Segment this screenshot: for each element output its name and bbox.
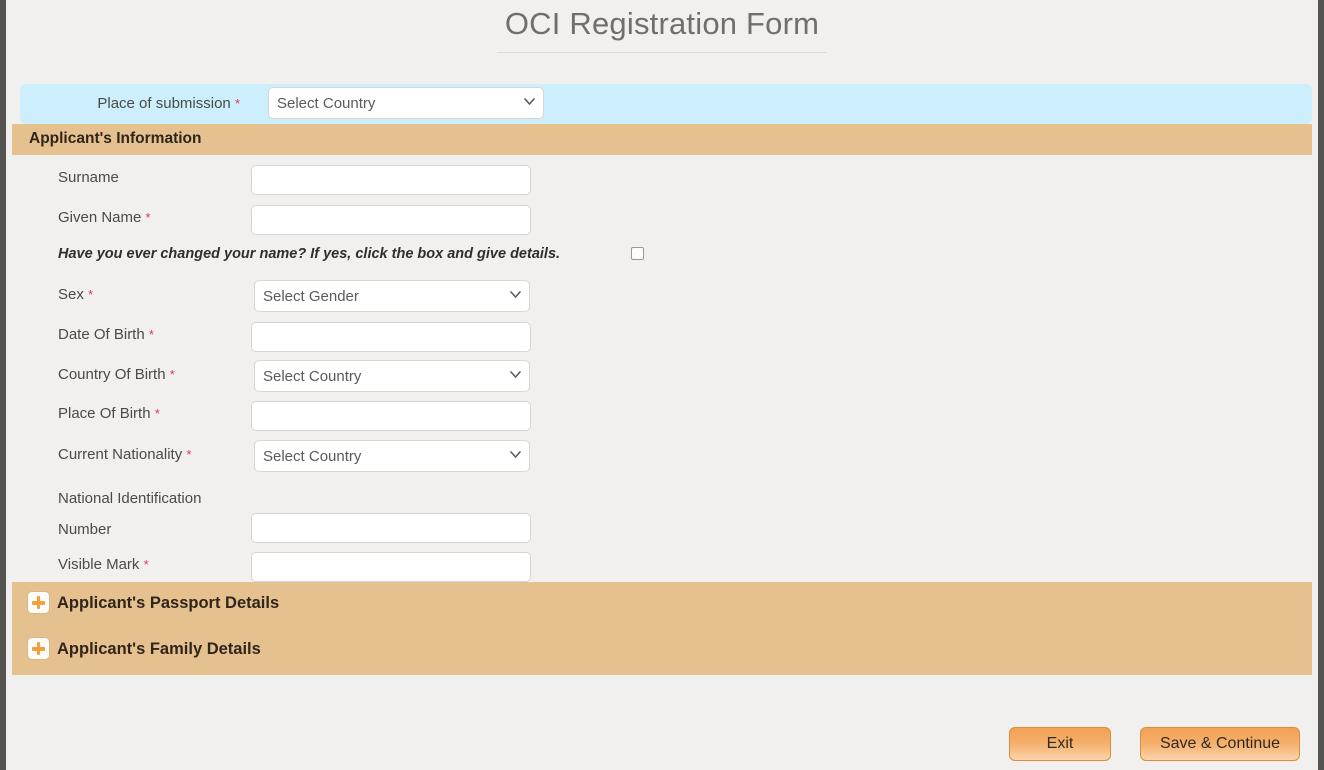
date-of-birth-label: Date Of Birth * <box>58 326 154 343</box>
applicant-information-section-header: Applicant's Information <box>12 124 1312 155</box>
visible-mark-input[interactable] <box>251 552 531 582</box>
given-name-input[interactable] <box>251 205 531 235</box>
given-name-label: Given Name * <box>58 209 151 226</box>
name-change-checkbox[interactable] <box>631 247 644 260</box>
required-asterisk: * <box>186 447 192 462</box>
accordion-label: Applicant's Family Details <box>57 640 261 658</box>
required-asterisk: * <box>234 96 240 111</box>
required-asterisk: * <box>88 287 94 302</box>
sex-label: Sex * <box>58 286 93 303</box>
place-of-birth-input[interactable] <box>251 401 531 431</box>
required-asterisk: * <box>154 406 160 421</box>
given-name-label-text: Given Name <box>58 209 142 226</box>
national-identification-number-input[interactable] <box>251 513 531 543</box>
field-row-current-nationality: Current Nationality * Select Country <box>6 437 1312 477</box>
field-row-surname: Surname <box>6 160 1312 200</box>
place-of-submission-label-text: Place of submission <box>97 95 231 112</box>
national-identification-number-label-text: National Identification Number <box>58 490 202 538</box>
page-title: OCI Registration Form <box>496 4 828 53</box>
name-change-question: Have you ever changed your name? If yes,… <box>58 246 561 262</box>
place-of-birth-label: Place Of Birth * <box>58 405 160 422</box>
field-row-sex: Sex * Select Gender <box>6 277 1312 317</box>
form-page: OCI Registration Form Place of submissio… <box>6 0 1318 770</box>
accordion-label: Applicant's Passport Details <box>57 594 280 612</box>
field-row-date-of-birth: Date Of Birth * <box>6 317 1312 357</box>
field-row-national-identification-number: National Identification Number <box>6 485 1312 547</box>
current-nationality-select[interactable]: Select Country <box>254 440 530 472</box>
field-row-visible-mark: Visible Mark * <box>6 547 1312 587</box>
date-of-birth-label-text: Date Of Birth <box>58 326 145 343</box>
sex-select[interactable]: Select Gender <box>254 280 530 312</box>
surname-label-text: Surname <box>58 169 119 186</box>
save-and-continue-button[interactable]: Save & Continue <box>1140 727 1300 761</box>
right-edge-strip <box>1318 0 1324 770</box>
place-of-submission-row: Place of submission * Select Country <box>20 84 1312 124</box>
surname-input[interactable] <box>251 165 531 195</box>
required-asterisk: * <box>169 367 175 382</box>
required-asterisk: * <box>143 557 149 572</box>
plus-icon <box>28 592 49 613</box>
sex-label-text: Sex <box>58 286 84 303</box>
place-of-birth-label-text: Place Of Birth <box>58 405 151 422</box>
current-nationality-label: Current Nationality * <box>58 446 191 463</box>
collapsible-sections: Applicant's Passport Details Applicant's… <box>12 582 1312 675</box>
visible-mark-label: Visible Mark * <box>58 556 149 573</box>
section-heading: Applicant's Information <box>29 130 202 147</box>
field-row-country-of-birth: Country Of Birth * Select Country <box>6 357 1312 397</box>
country-of-birth-label: Country Of Birth * <box>58 366 175 383</box>
country-of-birth-select[interactable]: Select Country <box>254 360 530 392</box>
national-identification-number-label: National Identification Number <box>58 483 238 545</box>
field-row-given-name: Given Name * <box>6 200 1312 240</box>
required-asterisk: * <box>145 210 151 225</box>
place-of-submission-select[interactable]: Select Country <box>268 87 544 119</box>
surname-label: Surname <box>58 169 119 186</box>
required-asterisk: * <box>148 327 154 342</box>
exit-button[interactable]: Exit <box>1009 727 1111 761</box>
accordion-item-passport-details[interactable]: Applicant's Passport Details <box>12 582 1312 628</box>
field-row-place-of-birth: Place Of Birth * <box>6 396 1312 436</box>
current-nationality-label-text: Current Nationality <box>58 446 183 463</box>
date-of-birth-input[interactable] <box>251 322 531 352</box>
plus-icon <box>28 638 49 659</box>
place-of-submission-label: Place of submission * <box>60 95 240 112</box>
accordion-item-family-details[interactable]: Applicant's Family Details <box>12 628 1312 674</box>
visible-mark-label-text: Visible Mark <box>58 556 140 573</box>
country-of-birth-label-text: Country Of Birth <box>58 366 166 383</box>
page-title-container: OCI Registration Form <box>6 4 1318 53</box>
